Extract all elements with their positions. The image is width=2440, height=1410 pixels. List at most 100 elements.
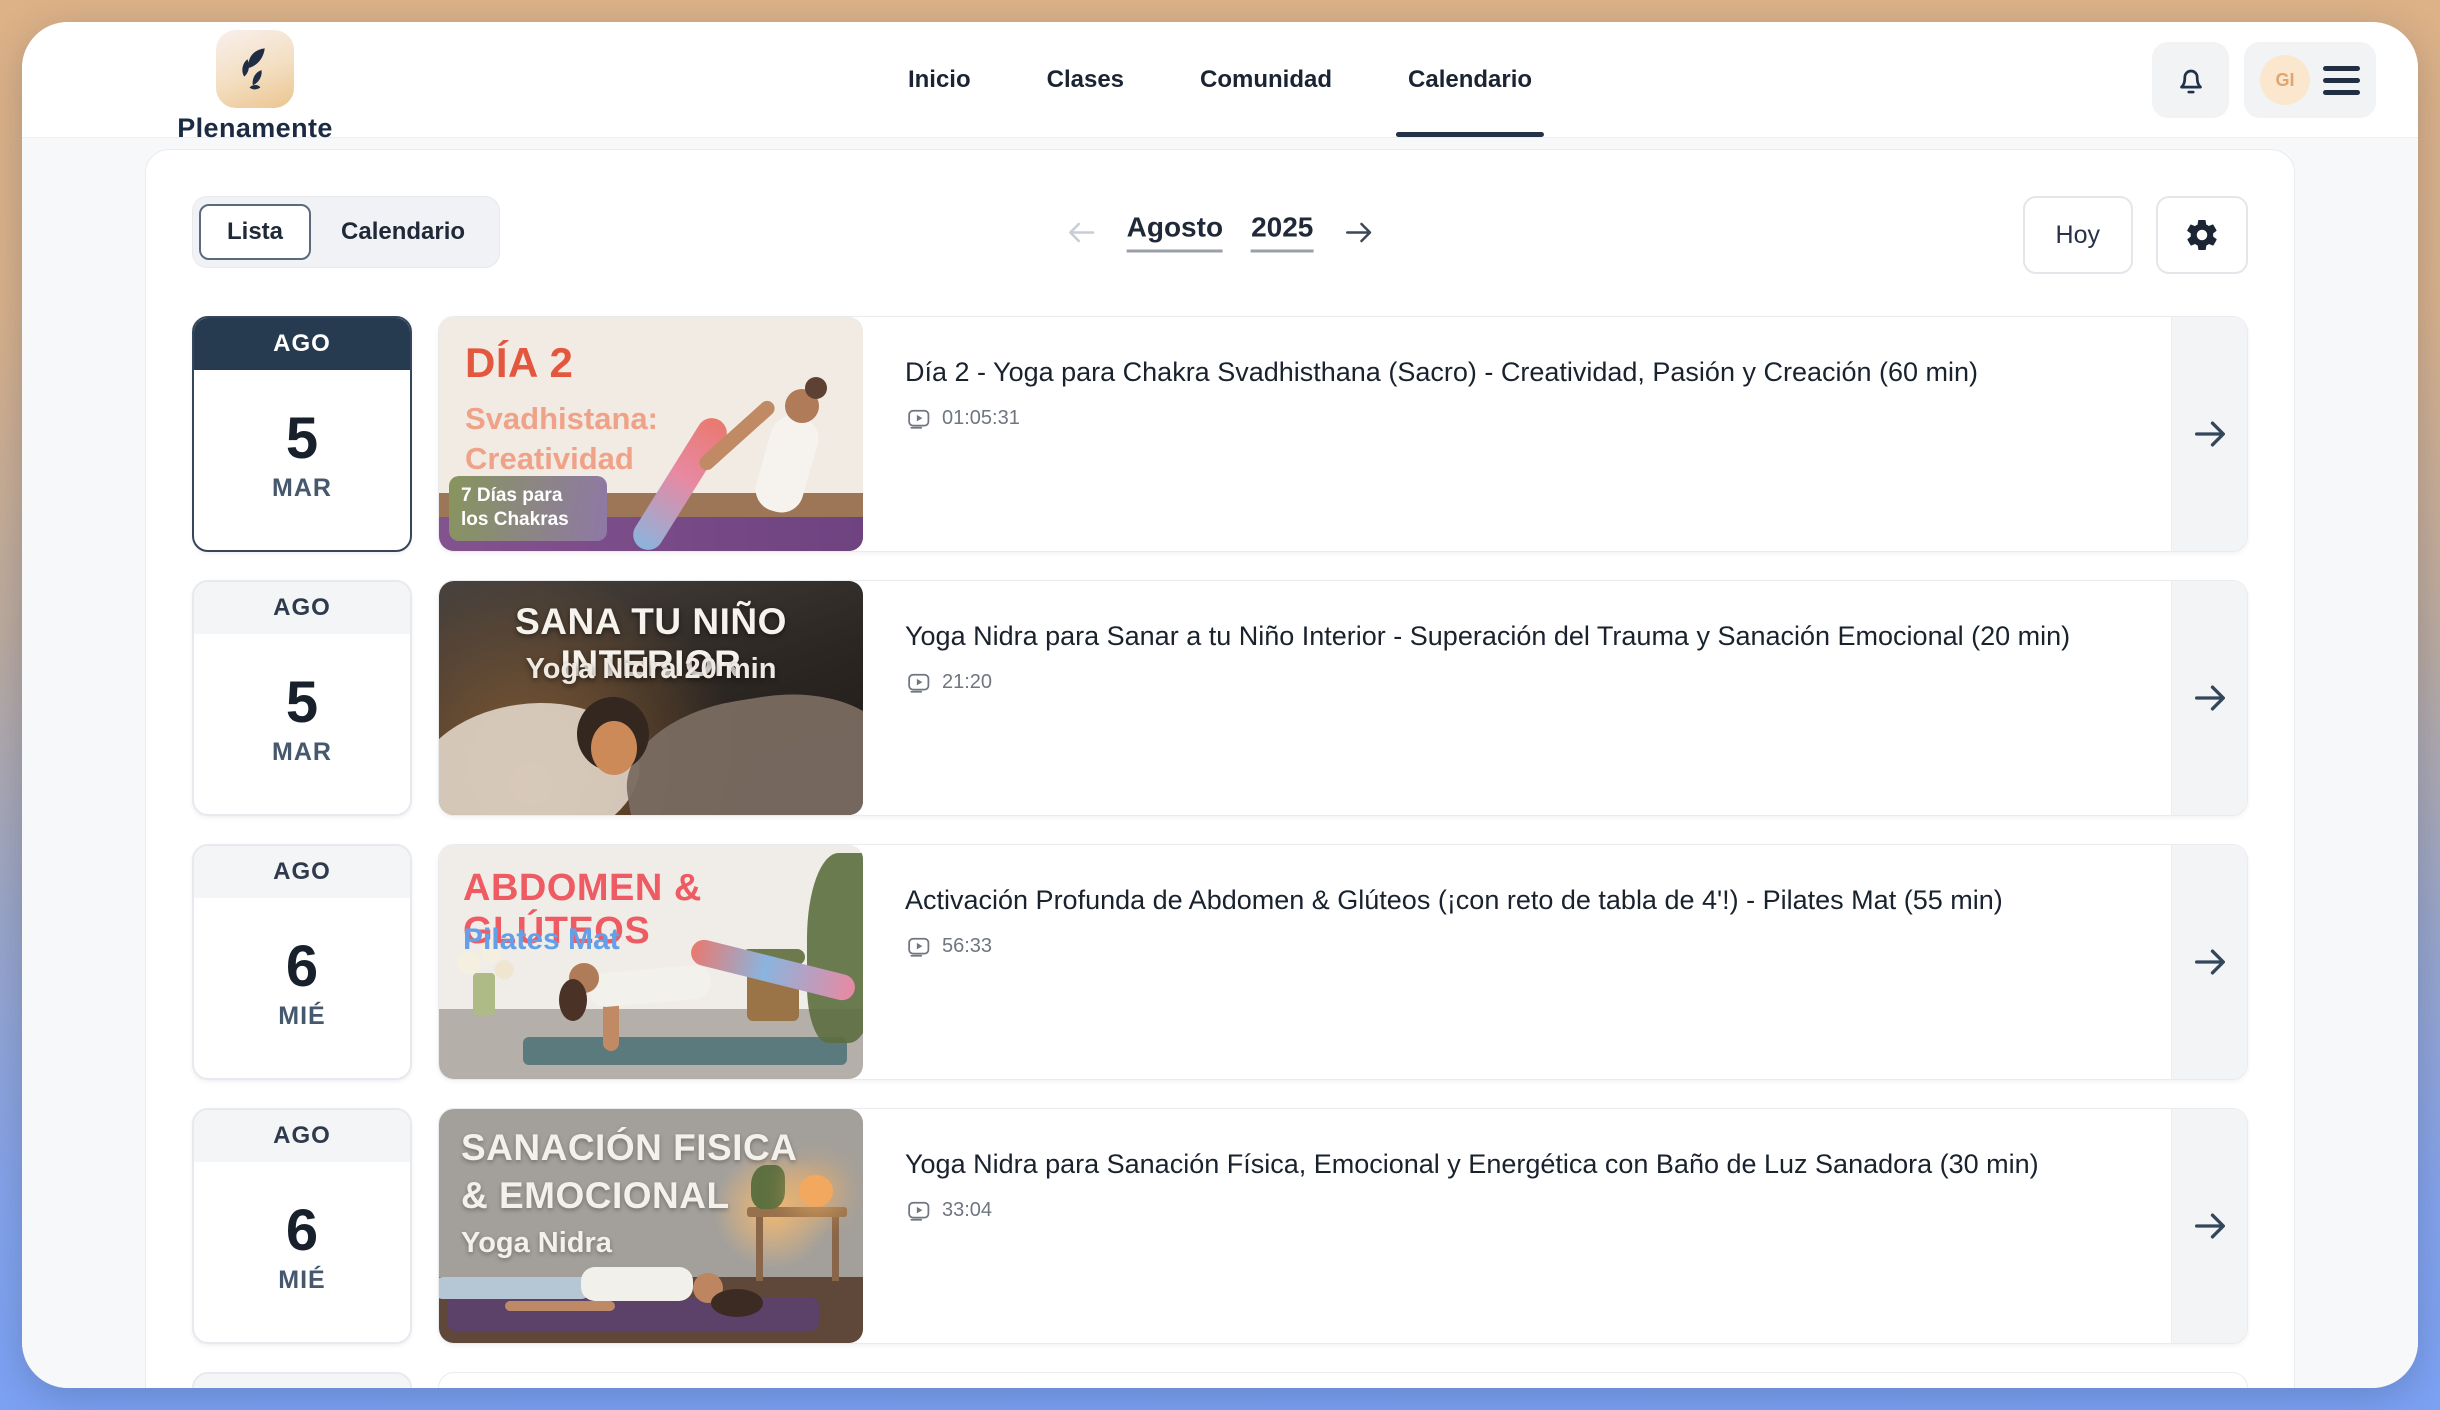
thumb-plant [751, 1165, 785, 1209]
header: Plenamente Inicio Clases Comunidad Calen… [22, 22, 2418, 138]
arrow-right-icon [2190, 678, 2230, 718]
prev-month-button[interactable] [1065, 215, 1099, 249]
thumb-person-figure [616, 678, 863, 815]
date-day: 6 [286, 1202, 318, 1260]
thumb-subtitle: Yoga Nidra [461, 1227, 612, 1260]
event-card[interactable]: ABDOMEN & GLÚTEOS Pilates Mat Activación… [438, 844, 2248, 1080]
today-button[interactable]: Hoy [2023, 196, 2133, 274]
view-toggle-calendario[interactable]: Calendario [313, 204, 493, 260]
list-row: AGO 6 MIÉ [192, 844, 2248, 1080]
arrow-right-icon [2190, 942, 2230, 982]
content-area: Lista Calendario Agosto 2025 [22, 138, 2418, 1388]
date-weekday: MIÉ [278, 1002, 325, 1031]
date-day: 6 [286, 938, 318, 996]
date-weekday: MIÉ [278, 1266, 325, 1295]
hamburger-menu-icon [2323, 66, 2360, 95]
thumb-yoga-mat [523, 1037, 847, 1065]
bell-icon [2172, 61, 2210, 99]
month-select[interactable]: Agosto [1127, 212, 1223, 253]
date-day: 5 [286, 674, 318, 732]
nav-item-calendario[interactable]: Calendario [1408, 22, 1532, 137]
video-duration-icon [905, 408, 932, 430]
date-card[interactable]: AGO 5 MAR [192, 580, 412, 816]
open-event-button[interactable] [2171, 845, 2247, 1079]
list-row: AGO 6 MIÉ [192, 1108, 2248, 1344]
user-menu-button[interactable]: GI [2244, 42, 2376, 118]
event-thumbnail[interactable]: ABDOMEN & GLÚTEOS Pilates Mat [439, 845, 863, 1079]
avatar-initials: GI [2275, 70, 2294, 91]
arrow-right-icon [2190, 1206, 2230, 1246]
list-row: AGO 5 MAR [192, 316, 2248, 552]
brand[interactable]: Plenamente [150, 30, 360, 144]
thumb-title: & EMOCIONAL [461, 1175, 730, 1217]
event-thumbnail[interactable]: DÍA 2 Svadhistana: Creatividad 7 Días pa… [439, 317, 863, 551]
date-weekday: MAR [272, 738, 332, 767]
date-card[interactable] [192, 1372, 412, 1388]
event-title: Yoga Nidra para Sanar a tu Niño Interior… [905, 617, 2120, 656]
list-row-peek [192, 1372, 2248, 1388]
thumb-subtitle: Pilates Mat [463, 923, 620, 957]
header-actions: GI [2152, 42, 2376, 118]
event-card[interactable]: SANACIÓN FISICA & EMOCIONAL Yoga Nidra Y… [438, 1108, 2248, 1344]
video-duration-icon [905, 672, 932, 694]
calendar-panel: Lista Calendario Agosto 2025 [145, 149, 2295, 1388]
next-month-button[interactable] [1341, 215, 1375, 249]
date-day: 5 [286, 410, 318, 468]
avatar: GI [2260, 55, 2310, 105]
thumb-title: SANACIÓN FISICA [461, 1127, 797, 1169]
date-card[interactable]: AGO 6 MIÉ [192, 1108, 412, 1344]
arrow-right-icon [1341, 215, 1375, 249]
open-event-button[interactable] [2171, 317, 2247, 551]
event-card[interactable]: SANA TU NIÑO INTERIOR Yoga Nidra 20 min … [438, 580, 2248, 816]
date-weekday: MAR [272, 474, 332, 503]
date-month: AGO [194, 582, 410, 634]
brand-logo-icon [216, 30, 294, 108]
gear-icon [2184, 217, 2220, 253]
event-card[interactable] [438, 1372, 2248, 1388]
thumb-badge: 7 Días para los Chakras [449, 476, 607, 541]
date-month: AGO [194, 318, 410, 370]
nav-item-inicio[interactable]: Inicio [908, 22, 971, 137]
event-title: Día 2 - Yoga para Chakra Svadhisthana (S… [905, 353, 2120, 392]
toolbar-right: Hoy [2023, 196, 2248, 274]
thumb-yoga-mat [447, 1297, 819, 1331]
nav-item-clases[interactable]: Clases [1047, 22, 1124, 137]
event-card[interactable]: DÍA 2 Svadhistana: Creatividad 7 Días pa… [438, 316, 2248, 552]
video-duration-icon [905, 936, 932, 958]
open-event-button[interactable] [2171, 581, 2247, 815]
brand-name: Plenamente [177, 113, 333, 144]
event-list: AGO 5 MAR [192, 316, 2248, 1388]
video-duration-icon [905, 1200, 932, 1222]
event-duration: 56:33 [942, 935, 992, 958]
main-nav: Inicio Clases Comunidad Calendario [908, 22, 1532, 137]
view-toggle: Lista Calendario [192, 196, 500, 268]
arrow-right-icon [2190, 414, 2230, 454]
plume-icon [229, 43, 281, 95]
open-event-button[interactable] [2171, 1109, 2247, 1343]
settings-button[interactable] [2156, 196, 2248, 274]
event-duration: 33:04 [942, 1199, 992, 1222]
event-duration: 21:20 [942, 671, 992, 694]
thumb-subtitle: Svadhistana: [465, 401, 658, 437]
view-toggle-lista[interactable]: Lista [199, 204, 311, 260]
date-month: AGO [194, 846, 410, 898]
event-duration: 01:05:31 [942, 407, 1020, 430]
app-window: Plenamente Inicio Clases Comunidad Calen… [22, 22, 2418, 1388]
notifications-button[interactable] [2152, 42, 2229, 118]
event-title: Yoga Nidra para Sanación Física, Emocion… [905, 1145, 2120, 1184]
calendar-toolbar: Lista Calendario Agosto 2025 [192, 196, 2248, 268]
list-row: AGO 5 MAR SANA TU NIÑO INTERIOR [192, 580, 2248, 816]
date-month: AGO [194, 1110, 410, 1162]
event-thumbnail[interactable]: SANACIÓN FISICA & EMOCIONAL Yoga Nidra [439, 1109, 863, 1343]
date-card[interactable]: AGO 6 MIÉ [192, 844, 412, 1080]
thumb-person-figure [439, 1277, 591, 1299]
month-navigation: Agosto 2025 [1065, 212, 1376, 253]
event-title: Activación Profunda de Abdomen & Glúteos… [905, 881, 2120, 920]
nav-item-comunidad[interactable]: Comunidad [1200, 22, 1332, 137]
arrow-left-icon [1065, 215, 1099, 249]
year-select[interactable]: 2025 [1251, 212, 1313, 253]
event-thumbnail[interactable]: SANA TU NIÑO INTERIOR Yoga Nidra 20 min [439, 581, 863, 815]
thumb-title: DÍA 2 [465, 339, 573, 387]
thumb-subtitle: Yoga Nidra 20 min [439, 653, 863, 686]
date-card[interactable]: AGO 5 MAR [192, 316, 412, 552]
